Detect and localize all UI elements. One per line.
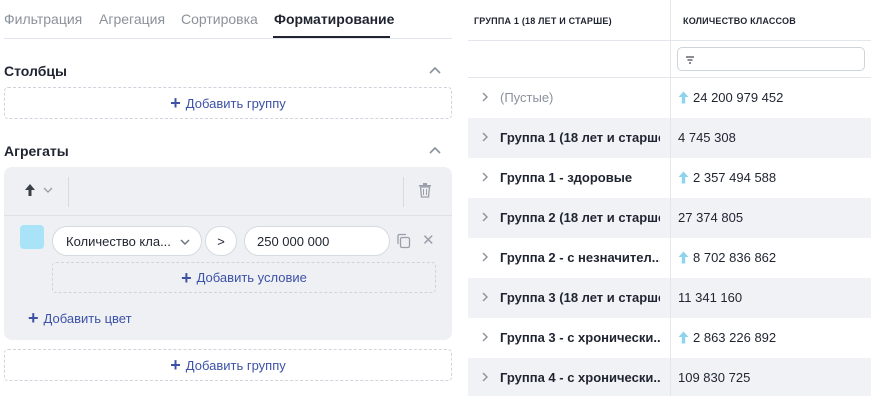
row-count-value: 11 341 160 (678, 290, 742, 305)
chevron-right-icon[interactable] (481, 291, 489, 303)
row-group-name: Группа 2 (18 лет и старше) (500, 210, 660, 225)
field-select[interactable]: Количество кла... (52, 226, 202, 256)
column-divider (670, 0, 671, 396)
row-group-name: Группа 4 - с хронически... (500, 370, 660, 385)
sort-direction-dropdown[interactable] (24, 183, 54, 197)
row-count-text: 4 745 308 (678, 130, 736, 145)
row-count-value: 109 830 725 (678, 370, 750, 385)
row-count-text: 24 200 979 452 (693, 90, 784, 105)
columns-add-group-label: Добавить группу (185, 95, 286, 111)
chevron-right-icon[interactable] (481, 251, 489, 263)
row-count-text: 11 341 160 (678, 290, 743, 305)
arrow-up-icon (678, 251, 689, 264)
rule-toolbar (4, 167, 452, 216)
row-count-value: 24 200 979 452 (678, 90, 783, 105)
chevron-down-icon (180, 239, 190, 245)
add-color-button[interactable]: + Добавить цвет (28, 308, 132, 329)
row-group-name: Группа 1 (18 лет и старше) (500, 130, 660, 145)
toolbar-divider (68, 177, 69, 207)
tab-filtering[interactable]: Фильтрация (4, 11, 82, 27)
arrow-up-icon (678, 331, 689, 344)
chevron-right-icon[interactable] (481, 91, 489, 103)
aggregates-rule-card: Количество кла... > 250 000 000 ✕ + Доба… (4, 167, 452, 340)
columns-section-title: Столбцы (4, 63, 67, 79)
chevron-down-icon (43, 187, 53, 193)
filter-icon (686, 56, 694, 64)
formatting-panel: Фильтрация Агрегация Сортировка Форматир… (0, 0, 460, 396)
row-count-value: 27 374 805 (678, 210, 743, 225)
tab-formatting[interactable]: Форматирование (274, 11, 394, 27)
active-tab-indicator (273, 36, 390, 38)
row-count-text: 2 357 494 588 (693, 170, 777, 185)
add-color-label: Добавить цвет (43, 311, 132, 326)
arrow-up-icon (678, 91, 689, 104)
add-condition-label: Добавить условие (196, 270, 307, 285)
remove-condition-icon[interactable]: ✕ (422, 231, 435, 249)
row-count-text: 27 374 805 (678, 210, 744, 225)
aggregates-add-group-button[interactable]: + Добавить группу (4, 349, 452, 381)
row-count-value: 2 863 226 892 (678, 330, 776, 345)
row-count-value: 8 702 836 862 (678, 250, 776, 265)
threshold-input[interactable]: 250 000 000 (244, 226, 390, 256)
row-group-name: Группа 3 - с хронически... (500, 330, 660, 345)
operator-select[interactable]: > (205, 226, 237, 256)
plus-icon: + (181, 267, 192, 288)
copy-icon[interactable] (396, 233, 412, 249)
chevron-right-icon[interactable] (481, 331, 489, 343)
plus-icon: + (170, 355, 181, 375)
columns-add-group-button[interactable]: + Добавить группу (4, 87, 452, 119)
tab-sorting[interactable]: Сортировка (181, 11, 258, 27)
column-filter-input[interactable] (677, 47, 865, 71)
row-group-name: Группа 1 - здоровые (500, 170, 633, 185)
row-count-text: 2 863 226 892 (693, 330, 777, 345)
field-select-value: Количество кла... (66, 233, 171, 249)
collapse-columns-icon[interactable] (428, 64, 442, 78)
row-count-value: 2 357 494 588 (678, 170, 776, 185)
aggregates-add-group-label: Добавить группу (185, 357, 286, 373)
row-count-value: 4 745 308 (678, 130, 736, 145)
aggregates-section-title: Агрегаты (4, 143, 69, 159)
arrow-up-icon (678, 171, 689, 184)
row-count-text: 109 830 725 (678, 370, 751, 385)
row-count-text: 8 702 836 862 (693, 250, 777, 265)
chevron-right-icon[interactable] (481, 371, 489, 383)
chevron-right-icon[interactable] (481, 211, 489, 223)
collapse-aggregates-icon[interactable] (428, 144, 442, 158)
plus-icon: + (170, 93, 181, 113)
arrow-up-icon (25, 184, 35, 196)
tab-aggregation[interactable]: Агрегация (99, 11, 165, 27)
column-header-count[interactable]: КОЛИЧЕСТВО КЛАССОВ (683, 16, 796, 26)
plus-icon: + (28, 308, 39, 328)
pivot-table: ГРУППА 1 (18 ЛЕТ И СТАРШЕ) КОЛИЧЕСТВО КЛ… (468, 0, 871, 396)
trash-icon[interactable] (418, 182, 432, 198)
color-swatch[interactable] (20, 225, 44, 249)
toolbar-divider (403, 177, 404, 207)
row-group-name: (Пустые) (500, 90, 554, 105)
tab-bar: Фильтрация Агрегация Сортировка Форматир… (4, 0, 452, 39)
chevron-right-icon[interactable] (481, 131, 489, 143)
chevron-right-icon[interactable] (481, 171, 489, 183)
row-group-name: Группа 2 - с незначител... (500, 250, 660, 265)
add-condition-button[interactable]: + Добавить условие (52, 262, 436, 293)
column-header-group[interactable]: ГРУППА 1 (18 ЛЕТ И СТАРШЕ) (474, 16, 612, 26)
row-group-name: Группа 3 (18 лет и старше) (500, 290, 660, 305)
